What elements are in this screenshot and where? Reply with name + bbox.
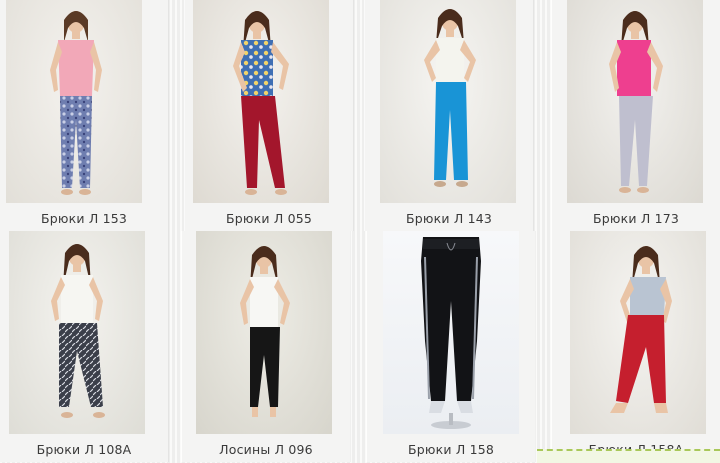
model-figure xyxy=(609,11,663,193)
product-name[interactable]: Брюки Л 153 xyxy=(0,211,168,226)
product-card[interactable]: Брюки Л 158А xyxy=(552,231,720,462)
product-name[interactable]: Брюки Л 108А xyxy=(0,442,168,457)
product-grid: Брюки Л 153 Брюки Л 055 Брюки Л 143 Брюк… xyxy=(0,0,720,462)
model-figure xyxy=(240,246,290,417)
product-name[interactable]: Брюки Л 143 xyxy=(365,211,533,226)
model-figure xyxy=(610,246,672,413)
product-card[interactable]: Брюки Л 173 xyxy=(552,0,720,231)
product-name[interactable]: Лосины Л 096 xyxy=(182,442,350,457)
product-name[interactable]: Брюки Л 158 xyxy=(367,442,535,457)
product-photo[interactable] xyxy=(196,231,332,434)
product-card[interactable]: Лосины Л 096 xyxy=(182,231,350,462)
product-card[interactable]: Брюки Л 108А xyxy=(0,231,168,462)
product-card[interactable]: Брюки Л 153 xyxy=(0,0,168,231)
product-photo[interactable] xyxy=(380,0,516,203)
product-name[interactable]: Брюки Л 055 xyxy=(185,211,353,226)
model-figure xyxy=(421,237,481,429)
model-figure xyxy=(233,11,289,195)
model-figure xyxy=(424,9,476,187)
product-photo[interactable] xyxy=(9,231,145,434)
product-photo[interactable] xyxy=(570,231,706,434)
product-photo[interactable] xyxy=(383,231,519,434)
model-figure xyxy=(51,244,105,418)
product-card[interactable]: Брюки Л 055 xyxy=(185,0,353,231)
product-photo[interactable] xyxy=(193,0,329,203)
product-card[interactable]: Брюки Л 158 xyxy=(367,231,535,462)
product-card[interactable]: Брюки Л 143 xyxy=(365,0,533,231)
product-photo[interactable] xyxy=(567,0,703,203)
product-name[interactable]: Брюки Л 173 xyxy=(552,211,720,226)
product-photo[interactable] xyxy=(6,0,142,203)
model-figure xyxy=(50,11,102,195)
